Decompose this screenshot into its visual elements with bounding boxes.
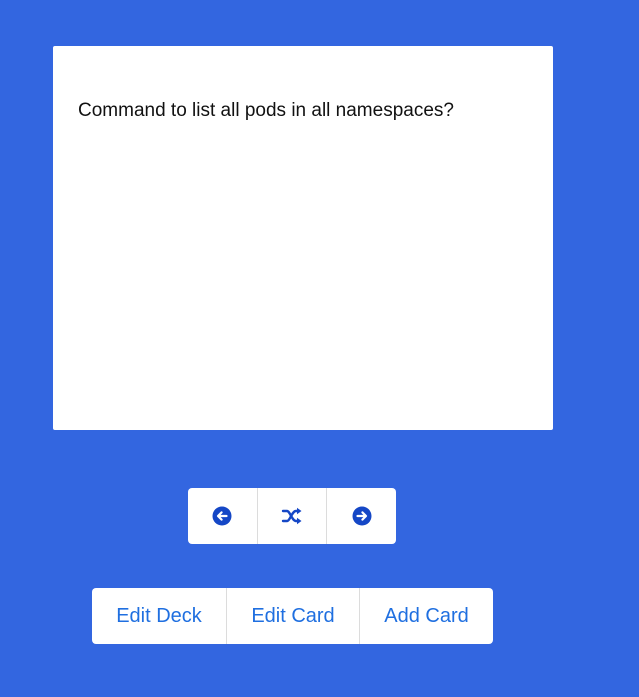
next-card-button[interactable] bbox=[327, 488, 396, 544]
arrow-left-circle-icon bbox=[212, 506, 232, 526]
deck-actions: Edit Deck Edit Card Add Card bbox=[92, 588, 493, 644]
flashcard[interactable]: Command to list all pods in all namespac… bbox=[53, 46, 553, 430]
edit-deck-button[interactable]: Edit Deck bbox=[92, 588, 227, 644]
edit-card-button[interactable]: Edit Card bbox=[227, 588, 360, 644]
arrow-right-circle-icon bbox=[352, 506, 372, 526]
card-navigation bbox=[188, 488, 396, 544]
previous-card-button[interactable] bbox=[188, 488, 258, 544]
add-card-button[interactable]: Add Card bbox=[360, 588, 493, 644]
shuffle-icon bbox=[281, 507, 303, 525]
shuffle-button[interactable] bbox=[258, 488, 328, 544]
card-question: Command to list all pods in all namespac… bbox=[78, 100, 454, 121]
